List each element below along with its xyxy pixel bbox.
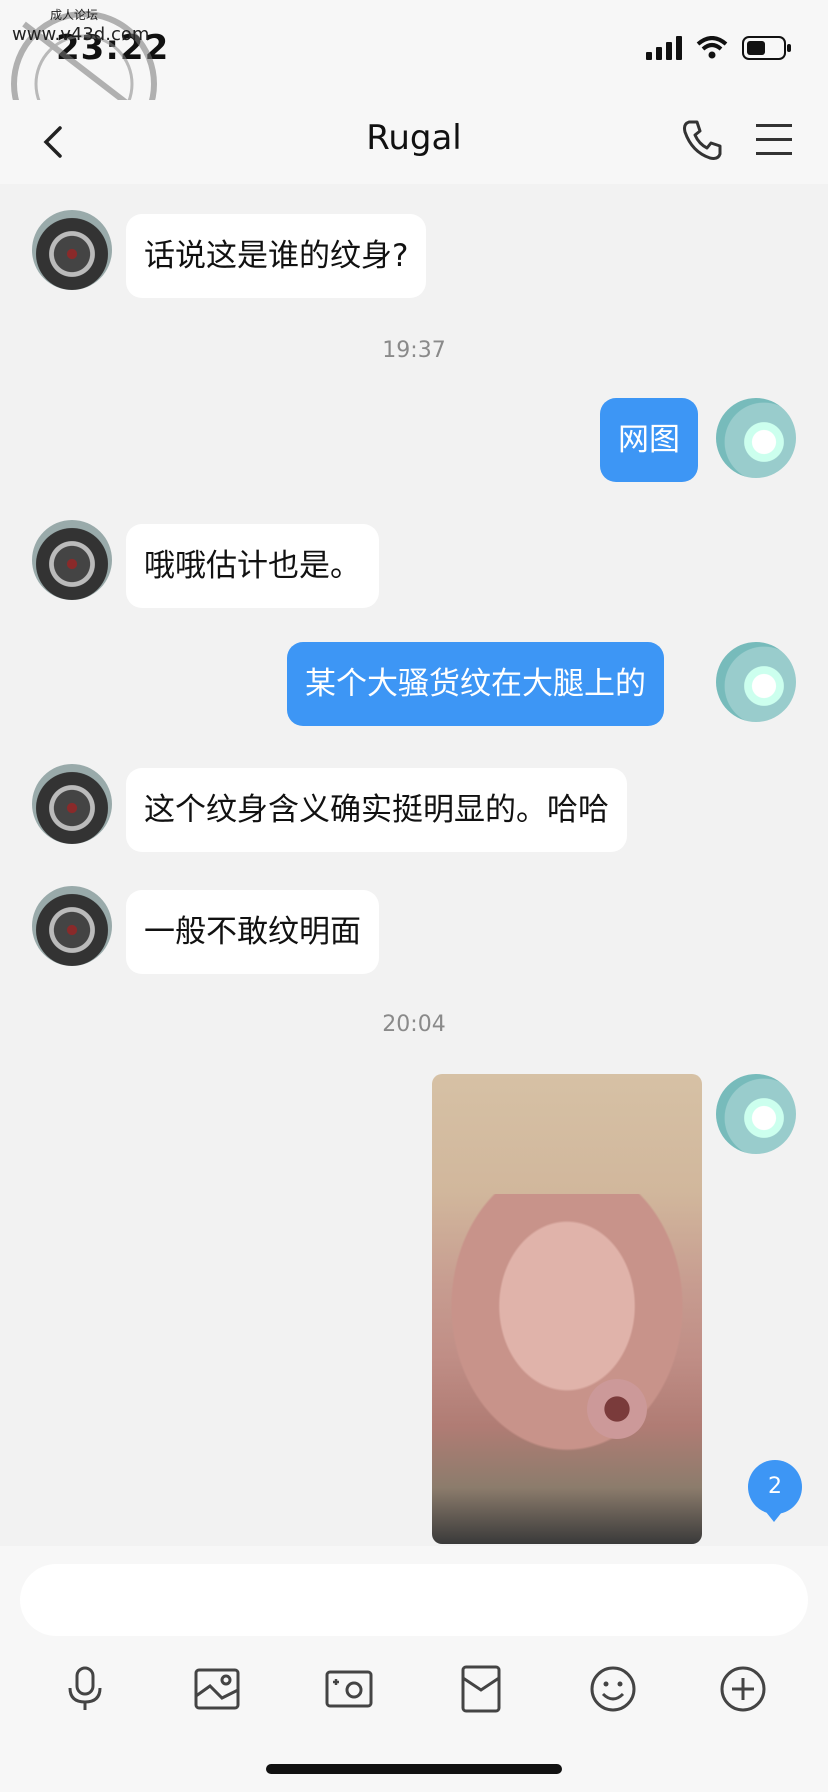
message-timestamp: 20:04 <box>382 1012 446 1037</box>
message-input[interactable] <box>20 1564 808 1636</box>
my-avatar[interactable] <box>716 398 796 478</box>
contact-avatar[interactable] <box>32 520 112 600</box>
incoming-message-bubble[interactable]: 哦哦估计也是。 <box>126 524 379 608</box>
my-avatar[interactable] <box>716 642 796 722</box>
photo-content <box>432 1194 702 1474</box>
camera-icon[interactable] <box>324 1664 374 1714</box>
microphone-icon[interactable] <box>60 1664 110 1714</box>
watermark-text: 成人论坛 <box>50 8 99 22</box>
home-indicator[interactable] <box>266 1764 562 1774</box>
outgoing-message-bubble[interactable]: 某个大骚货纹在大腿上的 <box>287 642 664 726</box>
outgoing-message-bubble[interactable]: 网图 <box>600 398 698 482</box>
photo-detail <box>582 1374 652 1444</box>
phone-icon[interactable] <box>680 118 724 162</box>
input-area <box>0 1546 828 1792</box>
plus-icon[interactable] <box>718 1664 768 1714</box>
image-icon[interactable] <box>192 1664 242 1714</box>
incoming-message-bubble[interactable]: 一般不敢纹明面 <box>126 890 379 974</box>
contact-avatar[interactable] <box>32 764 112 844</box>
toolbar <box>0 1656 828 1736</box>
menu-icon[interactable] <box>752 122 796 158</box>
contact-avatar[interactable] <box>32 886 112 966</box>
watermark-url: www.v43d.com <box>12 24 150 45</box>
my-avatar[interactable] <box>716 1074 796 1154</box>
signal-icon <box>646 36 682 60</box>
emoji-icon[interactable] <box>588 1664 638 1714</box>
message-timestamp: 19:37 <box>382 338 446 363</box>
chat-header: Rugal <box>0 100 828 184</box>
wifi-icon <box>696 36 728 59</box>
image-message[interactable] <box>432 1074 702 1544</box>
incoming-message-bubble[interactable]: 话说这是谁的纹身? <box>126 214 427 298</box>
status-icons <box>646 36 792 60</box>
red-packet-icon[interactable] <box>456 1664 506 1714</box>
unread-count-badge[interactable]: 2 <box>748 1460 802 1522</box>
contact-avatar[interactable] <box>32 210 112 290</box>
battery-icon <box>742 36 791 60</box>
status-bar: 23:22 成人论坛 www.v43d.com <box>0 0 828 157</box>
incoming-message-bubble[interactable]: 这个纹身含义确实挺明显的。哈哈 <box>126 768 627 852</box>
